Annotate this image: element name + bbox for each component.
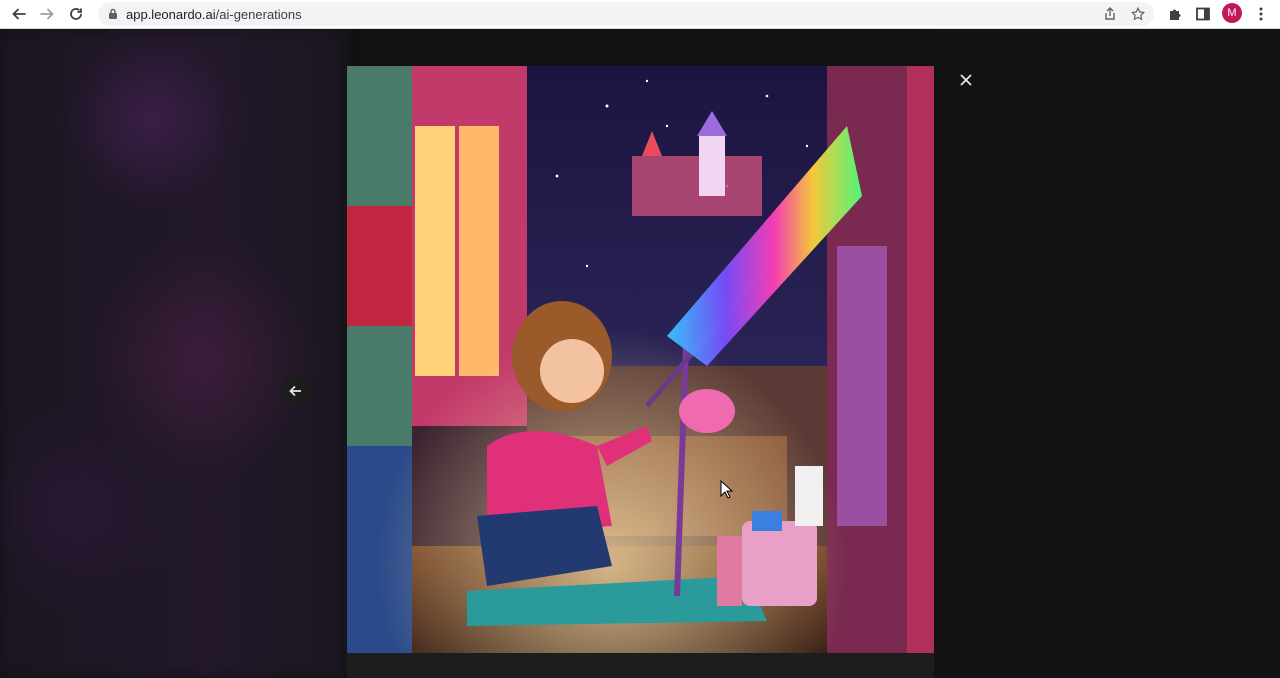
browser-menu-button[interactable]	[1251, 4, 1271, 24]
close-viewer-button[interactable]	[956, 70, 976, 90]
extensions-button[interactable]	[1165, 4, 1185, 24]
browser-toolbar: app.leonardo.ai/ai-generations M	[0, 0, 1280, 29]
side-panel-button[interactable]	[1193, 4, 1213, 24]
back-arrow-icon	[12, 8, 26, 20]
background-dark-panel	[935, 29, 1280, 678]
sidepanel-icon	[1196, 7, 1210, 21]
reload-button[interactable]	[66, 4, 86, 24]
forward-button[interactable]	[37, 4, 57, 24]
profile-avatar[interactable]: M	[1222, 3, 1242, 23]
url-path: /ai-generations	[215, 7, 302, 22]
address-bar[interactable]: app.leonardo.ai/ai-generations	[98, 2, 1154, 26]
left-arrow-icon	[289, 385, 301, 397]
bookmark-button[interactable]	[1130, 6, 1146, 22]
avatar-initial: M	[1227, 7, 1237, 19]
generated-image	[347, 66, 934, 653]
share-icon	[1105, 7, 1115, 20]
generated-image-artwork	[347, 66, 934, 653]
puzzle-icon	[1170, 9, 1181, 20]
close-icon	[960, 74, 972, 86]
star-icon	[1131, 7, 1145, 21]
mouse-cursor-icon	[720, 480, 734, 499]
back-button[interactable]	[9, 4, 29, 24]
image-viewer-page	[0, 29, 1280, 678]
previous-image-button[interactable]	[281, 376, 311, 406]
share-button[interactable]	[1102, 6, 1118, 22]
url-host: app.leonardo.ai	[126, 7, 216, 22]
menu-dots-icon	[1259, 7, 1263, 21]
forward-arrow-icon	[40, 8, 54, 20]
reload-icon	[70, 8, 82, 20]
image-action-bar	[347, 653, 934, 678]
lock-icon	[109, 8, 117, 19]
url-text: app.leonardo.ai/ai-generations	[126, 7, 302, 22]
background-blurred-gallery	[0, 29, 346, 678]
